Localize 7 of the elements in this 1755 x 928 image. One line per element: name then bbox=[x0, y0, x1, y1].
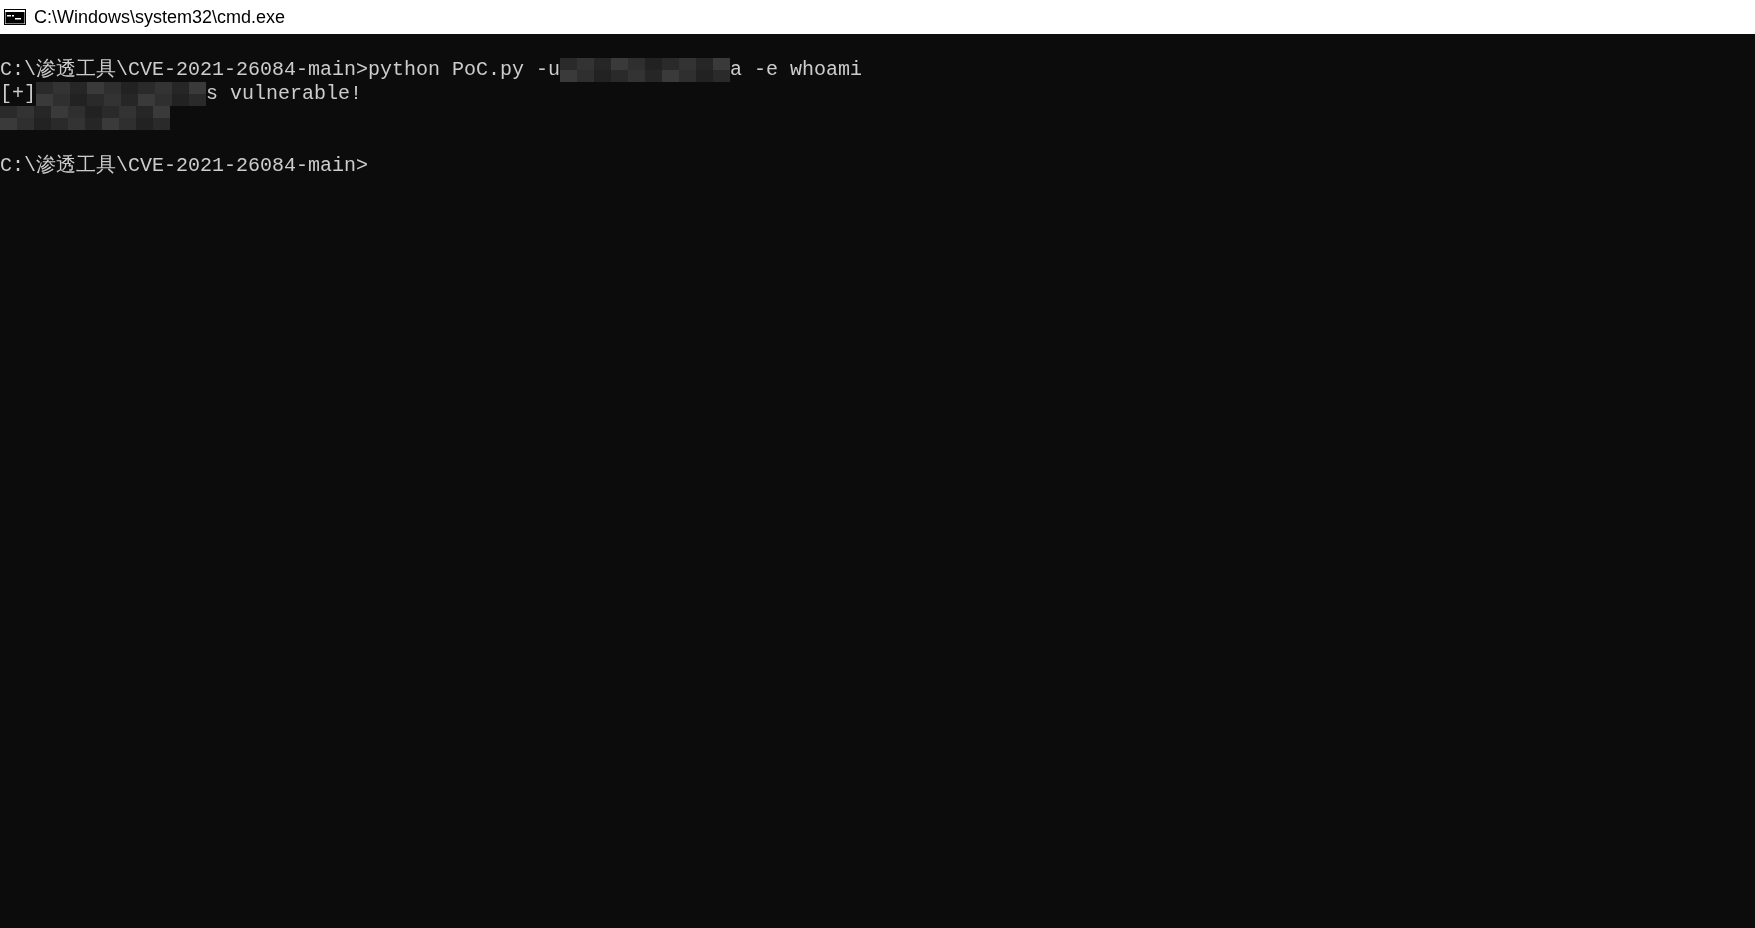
console-text: a -e whoami bbox=[730, 58, 863, 82]
console-text: s vulnerable! bbox=[206, 82, 363, 106]
window-title: C:\Windows\system32\cmd.exe bbox=[34, 6, 286, 28]
console-icon bbox=[4, 9, 26, 25]
console-text: [+] bbox=[0, 82, 36, 106]
console-text: C:\渗透工具\CVE-2021-26084-main> bbox=[0, 154, 369, 178]
console-text: C:\渗透工具\CVE-2021-26084-main>python PoC.py -u bbox=[0, 58, 561, 82]
